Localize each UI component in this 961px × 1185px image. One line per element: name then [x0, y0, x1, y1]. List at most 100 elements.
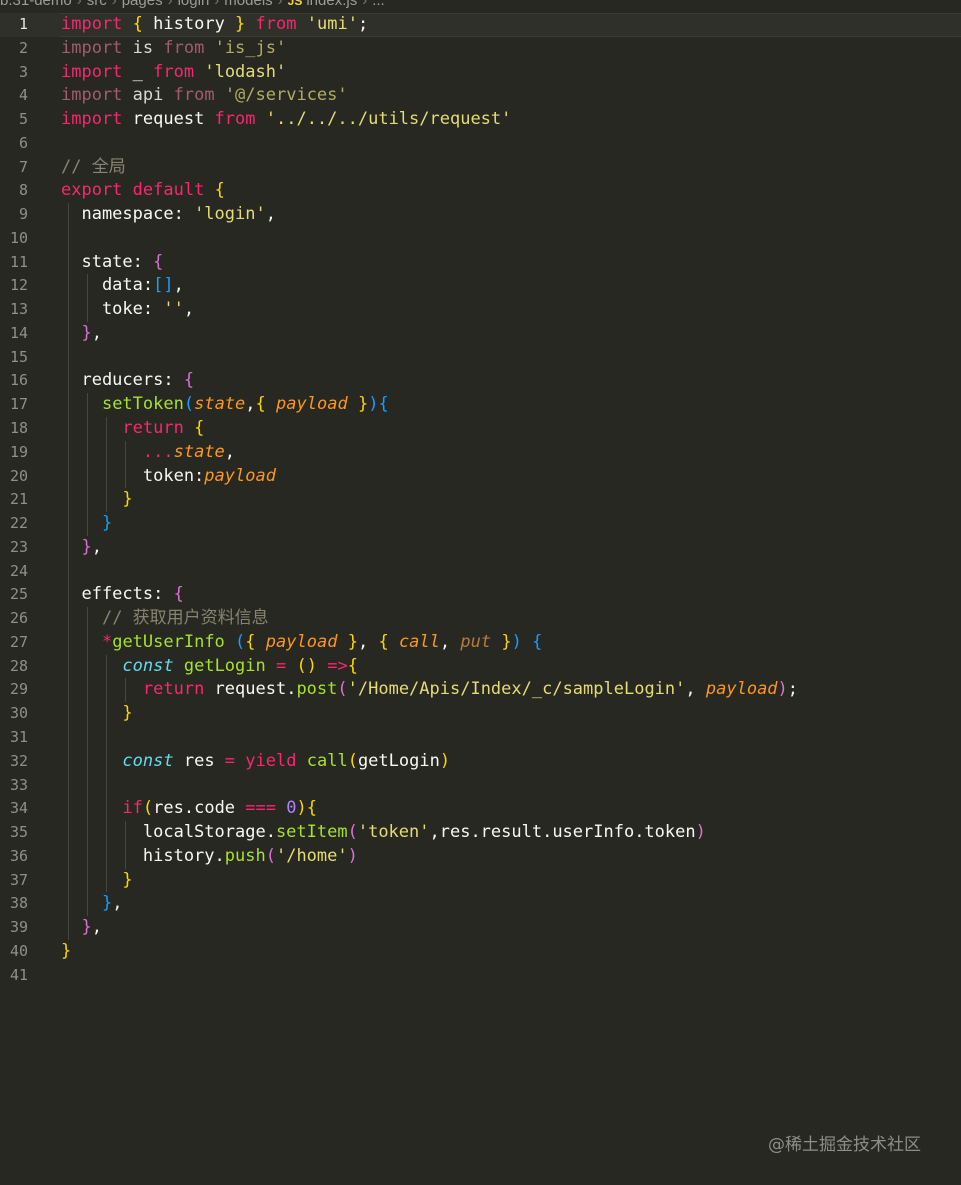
- code-token: (: [183, 394, 195, 415]
- code-text: import _ from 'lodash': [61, 61, 286, 85]
- code-text: ...state,: [61, 441, 235, 465]
- code-line[interactable]: 6: [0, 132, 961, 156]
- code-token: ,: [357, 631, 379, 652]
- code-line[interactable]: 7 // 全局: [0, 156, 961, 180]
- code-line[interactable]: 36 history.push('/home'): [0, 844, 961, 869]
- code-line[interactable]: 3 import _ from 'lodash': [0, 61, 961, 85]
- code-line[interactable]: 5 import request from '../../../utils/req…: [0, 108, 961, 132]
- code-line[interactable]: 19 ...state,: [0, 440, 961, 465]
- chevron-right-icon: ›: [277, 0, 283, 9]
- code-line[interactable]: 28 const getLogin = () =>{: [0, 654, 961, 679]
- code-line[interactable]: 32 const res = yield call(getLogin): [0, 749, 961, 774]
- line-number: 7: [18, 157, 28, 176]
- code-token: api: [122, 85, 174, 106]
- code-token: {: [214, 180, 225, 201]
- code-line[interactable]: 17 setToken(state,{ payload }){: [0, 393, 961, 418]
- code-line[interactable]: 30 }: [0, 702, 961, 726]
- code-token: effects:: [61, 584, 174, 605]
- code-line[interactable]: 20 token:payload: [0, 464, 961, 489]
- indent-guide: [87, 725, 88, 750]
- code-token: getLogin: [183, 655, 266, 676]
- code-token: state:: [61, 251, 154, 272]
- code-line[interactable]: 2 import is from 'is_js': [0, 37, 961, 61]
- code-line[interactable]: 4 import api from '@/services': [0, 84, 961, 108]
- code-line[interactable]: 25 effects: {: [0, 583, 961, 608]
- line-number: 29: [9, 680, 28, 699]
- code-line[interactable]: 24: [0, 559, 961, 584]
- code-line[interactable]: 31: [0, 725, 961, 750]
- code-token: }: [235, 14, 246, 34]
- code-line[interactable]: 1 import { history } from 'umi';: [0, 13, 961, 37]
- code-line[interactable]: 13 toke: '',: [0, 298, 961, 322]
- code-token: ,res.result.userInfo.token: [429, 822, 696, 843]
- code-line[interactable]: 8 export default {: [0, 179, 961, 203]
- code-line[interactable]: 23 },: [0, 535, 961, 560]
- breadcrumb-item-file[interactable]: index.js: [306, 0, 357, 9]
- code-token: put: [460, 631, 492, 652]
- code-line[interactable]: 38 },: [0, 892, 961, 917]
- line-number: 10: [9, 228, 28, 247]
- code-line[interactable]: 34 if(res.code === 0){: [0, 797, 961, 822]
- code-token: ): [777, 679, 788, 700]
- code-token: '/home': [275, 845, 348, 866]
- code-text: // 获取用户资料信息: [61, 607, 269, 631]
- code-line[interactable]: 21 }: [0, 488, 961, 513]
- breadcrumb-item-src[interactable]: src: [87, 0, 107, 9]
- breadcrumb-item-models[interactable]: models: [224, 0, 272, 9]
- code-token: =: [224, 750, 236, 771]
- code-line[interactable]: 33: [0, 773, 961, 798]
- code-line[interactable]: 27 *getUserInfo ({ payload }, { call, pu…: [0, 630, 961, 655]
- breadcrumb-item-project[interactable]: b.31-demo: [0, 0, 72, 9]
- code-line[interactable]: 35 localStorage.setItem('token',res.resu…: [0, 821, 961, 845]
- line-number: 40: [9, 941, 28, 960]
- line-number: 2: [18, 38, 28, 57]
- code-token: =>: [327, 655, 348, 676]
- code-line[interactable]: 22 }: [0, 512, 961, 536]
- code-token: '@/services': [224, 85, 348, 106]
- code-token: toke:: [61, 299, 164, 320]
- code-token: }: [347, 631, 358, 652]
- code-line[interactable]: 11 state: {: [0, 250, 961, 275]
- code-token: 0: [286, 798, 297, 819]
- code-text: reducers: {: [61, 369, 194, 393]
- code-text: }: [61, 869, 132, 893]
- breadcrumb-symbols[interactable]: ...: [372, 0, 385, 9]
- indent-guide: [68, 559, 69, 584]
- code-line[interactable]: 26 // 获取用户资料信息: [0, 607, 961, 631]
- code-line[interactable]: 29 return request.post('/Home/Apis/Index…: [0, 678, 961, 703]
- code-line[interactable]: 10: [0, 226, 961, 251]
- line-number: 4: [18, 86, 28, 105]
- breadcrumb-item-pages[interactable]: pages: [122, 0, 163, 9]
- code-line[interactable]: 14 },: [0, 321, 961, 346]
- code-text: }: [61, 512, 112, 536]
- code-line[interactable]: 39 },: [0, 916, 961, 940]
- code-line[interactable]: 15: [0, 345, 961, 370]
- code-token: ): [347, 845, 358, 866]
- breadcrumb-item-login[interactable]: login: [178, 0, 210, 9]
- line-number: 37: [9, 870, 28, 889]
- code-line[interactable]: 18 return {: [0, 417, 961, 441]
- code-line[interactable]: 40}: [0, 940, 961, 964]
- code-token: ,: [183, 299, 195, 320]
- code-line[interactable]: 9 namespace: 'login',: [0, 203, 961, 227]
- line-number: 36: [9, 846, 28, 865]
- code-line[interactable]: 37 }: [0, 868, 961, 893]
- code-token: ,: [439, 631, 461, 652]
- code-token: default: [132, 180, 205, 201]
- javascript-file-icon: JS: [287, 0, 303, 8]
- line-number: 5: [18, 110, 28, 129]
- code-line[interactable]: 12 data:[],: [0, 274, 961, 299]
- code-token: 'token': [357, 822, 430, 843]
- code-token: const: [122, 750, 174, 771]
- code-token: setItem: [275, 822, 348, 843]
- code-line[interactable]: 41: [0, 964, 961, 988]
- code-editor[interactable]: 1 import { history } from 'umi'; 2 import i…: [0, 13, 961, 987]
- code-line[interactable]: 16 reducers: {: [0, 369, 961, 394]
